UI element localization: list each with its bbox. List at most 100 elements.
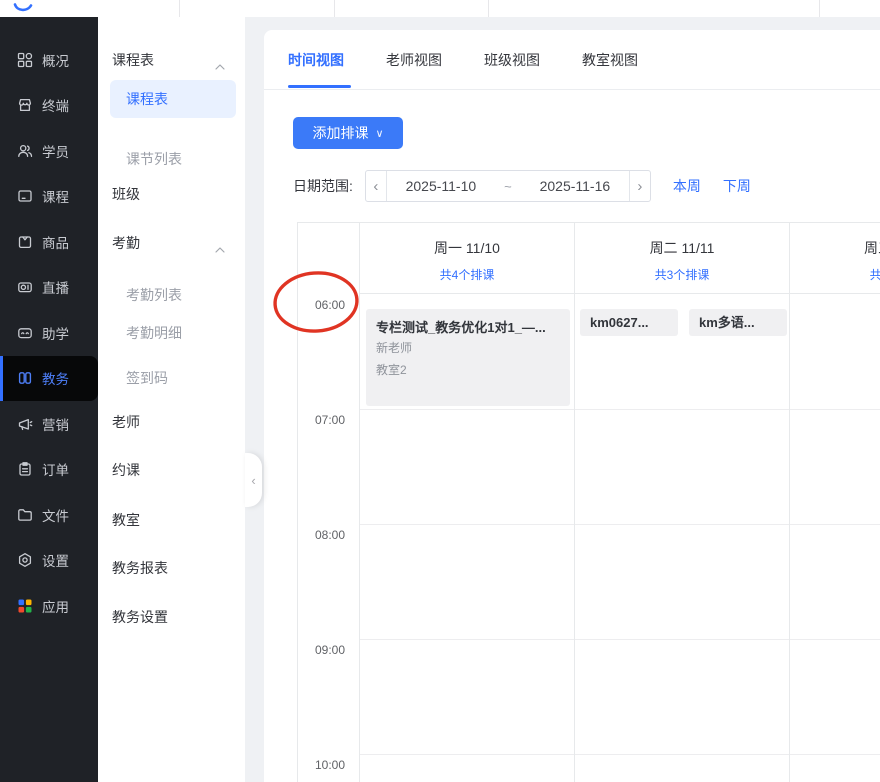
submenu-item-reports[interactable]: 教务报表 [98, 556, 245, 580]
apps-grid-icon [16, 597, 33, 614]
sidebar-item-label: 订单 [42, 459, 69, 479]
time-label: 09:00 [315, 643, 345, 657]
day-header: 周一 11/10 共4个排课 [360, 223, 574, 294]
day-name: 周二 11/11 [575, 223, 789, 258]
submenu-item-label: 课节列表 [98, 149, 182, 169]
day-column-wednesday: 周三 11/12 共3个排课 [789, 223, 880, 782]
gamepad-icon [16, 324, 33, 341]
submenu-item-schedule-active[interactable]: 课程表 [110, 80, 236, 118]
submenu-item-label: 签到码 [98, 368, 168, 388]
sidebar-item-courses[interactable]: 课程 [0, 174, 98, 220]
tab-label: 老师视图 [386, 50, 442, 70]
sidebar-item-marketing[interactable]: 营销 [0, 401, 98, 447]
sidebar-item-label: 概况 [42, 50, 69, 70]
date-separator: ~ [495, 179, 521, 194]
submenu-item-lesson-list[interactable]: 课节列表 [98, 147, 245, 171]
two-cards-icon [16, 370, 33, 387]
sidebar-item-label: 应用 [42, 596, 69, 616]
submenu-item-booking[interactable]: 约课 [98, 458, 245, 482]
event-room: 教室2 [376, 361, 560, 380]
submenu-item-edu-settings[interactable]: 教务设置 [98, 605, 245, 629]
megaphone-icon [16, 415, 33, 432]
submenu-item-label: 教室 [98, 510, 140, 530]
submenu-group-schedule[interactable]: 课程表 [98, 48, 245, 72]
sidebar-item-apps[interactable]: 应用 [0, 583, 98, 629]
this-week-link[interactable]: 本周 [673, 176, 701, 196]
secondary-sidebar: 课程表 课程表 课节列表 班级 考勤 考勤列表 考勤明细 签到码 老师 [98, 17, 245, 782]
primary-nav: 概况 终端 学员 课程 商品 直播 [0, 37, 98, 629]
day-grid-tuesday[interactable]: km0627... km多语... [575, 295, 789, 782]
add-schedule-button[interactable]: 添加排课 ∨ [293, 117, 403, 149]
submenu-item-label: 老师 [98, 412, 140, 432]
date-range-label: 日期范围: [293, 176, 353, 196]
date-range-picker[interactable]: ‹ 2025-11-10 ~ 2025-11-16 › [365, 170, 651, 202]
sidebar-item-label: 终端 [42, 95, 69, 115]
schedule-event-card[interactable]: km0627... [580, 309, 678, 336]
submenu-item-attendance-detail[interactable]: 考勤明细 [98, 321, 245, 345]
main-panel: 时间视图 老师视图 班级视图 教室视图 添加排课 ∨ 日期范围: ‹ 2025-… [264, 30, 880, 782]
tab-time-view[interactable]: 时间视图 [288, 30, 344, 89]
schedule-event-card[interactable]: km多语... [689, 309, 787, 336]
storefront-icon [16, 97, 33, 114]
day-schedule-count[interactable]: 共4个排课 [360, 266, 574, 283]
submenu-item-label: 课程表 [110, 89, 168, 109]
time-label: 08:00 [315, 528, 345, 542]
sidebar-item-label: 助学 [42, 323, 69, 343]
schedule-event-card[interactable]: 专栏测试_教务优化1对1_—... 新老师 教室2 [366, 309, 570, 406]
course-card-icon [16, 188, 33, 205]
tab-classroom-view[interactable]: 教室视图 [582, 30, 638, 89]
submenu-item-checkin-code[interactable]: 签到码 [98, 366, 245, 390]
submenu-group-label: 课程表 [98, 50, 154, 70]
day-grid-wednesday[interactable] [790, 295, 880, 782]
topbar-divider [488, 0, 489, 17]
sidebar-item-overview[interactable]: 概况 [0, 37, 98, 83]
topbar-divider [334, 0, 335, 17]
time-axis: 06:00 07:00 08:00 09:00 10:00 [298, 223, 359, 782]
sidebar-item-orders[interactable]: 订单 [0, 447, 98, 493]
schedule-calendar: 06:00 07:00 08:00 09:00 10:00 周一 11/10 共… [297, 222, 880, 782]
submenu-group-label: 考勤 [98, 233, 140, 253]
end-date-value[interactable]: 2025-11-16 [521, 178, 629, 194]
submenu-item-classes[interactable]: 班级 [98, 182, 245, 206]
clipboard-icon [16, 461, 33, 478]
sidebar-item-settings[interactable]: 设置 [0, 538, 98, 584]
start-date-value[interactable]: 2025-11-10 [387, 178, 495, 194]
day-grid-monday[interactable]: 专栏测试_教务优化1对1_—... 新老师 教室2 [360, 295, 574, 782]
sidebar-item-files[interactable]: 文件 [0, 492, 98, 538]
topbar-divider [179, 0, 180, 17]
day-schedule-count[interactable]: 共3个排课 [790, 266, 880, 283]
goods-box-icon [16, 233, 33, 250]
next-week-arrow[interactable]: › [629, 171, 650, 201]
sidebar-collapse-handle[interactable]: ‹ [245, 453, 262, 507]
sidebar-item-goods[interactable]: 商品 [0, 219, 98, 265]
users-icon [16, 142, 33, 159]
sidebar-item-label: 课程 [42, 186, 69, 206]
screen: 概况 终端 学员 课程 商品 直播 [0, 0, 880, 782]
sidebar-item-live[interactable]: 直播 [0, 265, 98, 311]
sidebar-item-students[interactable]: 学员 [0, 128, 98, 174]
chevron-left-icon: ‹ [251, 473, 255, 488]
event-teacher: 新老师 [376, 339, 560, 358]
submenu-item-classrooms[interactable]: 教室 [98, 508, 245, 532]
day-name: 周一 11/10 [360, 223, 574, 258]
tab-label: 时间视图 [288, 50, 344, 70]
sidebar-item-label: 教务 [42, 368, 69, 388]
tab-teacher-view[interactable]: 老师视图 [386, 30, 442, 89]
primary-sidebar: 概况 终端 学员 课程 商品 直播 [0, 17, 98, 782]
submenu-item-teachers[interactable]: 老师 [98, 410, 245, 434]
day-schedule-count[interactable]: 共3个排课 [575, 266, 789, 283]
topbar-divider [819, 0, 820, 17]
submenu-item-label: 考勤明细 [98, 323, 182, 343]
add-schedule-label: 添加排课 [312, 123, 368, 143]
chevron-up-icon [215, 57, 225, 73]
sidebar-item-study-aid[interactable]: 助学 [0, 310, 98, 356]
submenu-item-attendance-list[interactable]: 考勤列表 [98, 283, 245, 307]
sidebar-item-educational-affairs[interactable]: 教务 [0, 356, 98, 402]
logo-icon[interactable] [13, 0, 33, 18]
next-week-link[interactable]: 下周 [723, 176, 751, 196]
prev-week-arrow[interactable]: ‹ [366, 171, 387, 201]
submenu-group-attendance[interactable]: 考勤 [98, 231, 245, 255]
submenu-item-label: 班级 [98, 184, 140, 204]
sidebar-item-terminal[interactable]: 终端 [0, 83, 98, 129]
tab-class-view[interactable]: 班级视图 [484, 30, 540, 89]
